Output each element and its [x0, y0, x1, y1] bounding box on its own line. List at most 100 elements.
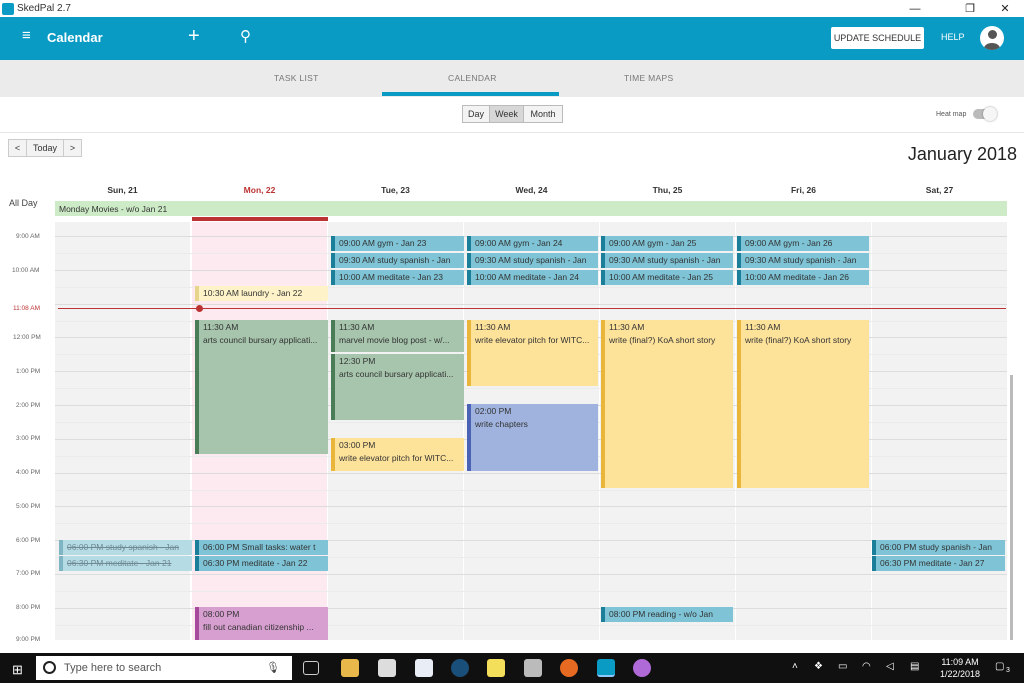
event-mon-arts-council[interactable]: 11:30 AM arts council bursary applicati.… — [195, 320, 328, 454]
notification-count: 3 — [1006, 667, 1010, 674]
event-tue-gym[interactable]: 09:00 AM gym - Jan 23 — [331, 236, 464, 251]
event-thu-short-story[interactable]: 11:30 AM write (final?) KoA short story — [601, 320, 733, 488]
month-title: January 2018 — [907, 144, 1017, 164]
document-icon[interactable] — [415, 659, 433, 677]
next-week-button[interactable]: > — [63, 139, 82, 157]
event-tue-spanish[interactable]: 09:30 AM study spanish - Jan — [331, 253, 464, 268]
allday-event[interactable]: Monday Movies - w/o Jan 21 — [55, 201, 1007, 216]
event-tue-blog-post[interactable]: 11:30 AM marvel movie blog post - w/... — [331, 320, 464, 352]
show-hidden-icons-icon[interactable]: ˄ — [792, 661, 798, 672]
day-column-sun[interactable] — [55, 222, 190, 640]
event-fri-spanish[interactable]: 09:30 AM study spanish - Jan — [737, 253, 869, 268]
day-header-sat: Sat, 27 — [925, 185, 954, 195]
time-label: 2:00 PM — [16, 402, 41, 409]
notifications-icon[interactable]: ▢ — [995, 661, 1004, 672]
search-icon[interactable]: ⚲ — [240, 27, 251, 45]
close-button[interactable]: ✕ — [990, 0, 1020, 17]
event-mon-meditate[interactable]: 06:30 PM meditate - Jan 22 — [195, 556, 328, 571]
today-button[interactable]: Today — [26, 139, 64, 157]
restore-button[interactable]: ❐ — [955, 0, 985, 17]
grid-line — [55, 523, 1007, 525]
day-column-sat[interactable] — [872, 222, 1007, 640]
event-mon-laundry[interactable]: 10:30 AM laundry - Jan 22 — [195, 286, 328, 301]
sticky-notes-icon[interactable] — [487, 659, 505, 677]
heat-map-toggle[interactable] — [973, 107, 997, 121]
event-wed-meditate[interactable]: 10:00 AM meditate - Jan 24 — [467, 270, 598, 285]
event-title: marvel movie blog post - w/... — [339, 335, 450, 345]
grid-line — [55, 489, 1007, 491]
microphone-icon[interactable]: 🎙 — [266, 661, 280, 674]
event-time: 11:30 AM — [339, 322, 375, 332]
time-label: 3:00 PM — [16, 435, 41, 442]
add-icon[interactable]: + — [188, 25, 200, 48]
prev-week-button[interactable]: < — [8, 139, 27, 157]
browser-icon[interactable] — [633, 659, 651, 677]
minimize-button[interactable]: — — [900, 0, 930, 17]
keyboard-icon[interactable]: ▤ — [910, 661, 919, 672]
volume-icon[interactable]: ◁ — [886, 661, 894, 672]
time-label: 5:00 PM — [16, 503, 41, 510]
page-title: Calendar — [47, 30, 103, 45]
event-title: fill out canadian citizenship ... — [203, 622, 314, 632]
event-time: 11:30 AM — [475, 322, 511, 332]
event-fri-gym[interactable]: 09:00 AM gym - Jan 26 — [737, 236, 869, 251]
time-label: 1:00 PM — [16, 368, 41, 375]
event-title: write (final?) KoA short story — [609, 335, 716, 345]
event-sat-spanish[interactable]: 06:00 PM study spanish - Jan — [872, 540, 1005, 555]
calendar-scrollbar[interactable] — [1010, 375, 1013, 640]
event-thu-reading[interactable]: 08:00 PM reading - w/o Jan — [601, 607, 733, 622]
app-header: ≡ Calendar + ⚲ UPDATE SCHEDULE HELP — [0, 17, 1024, 60]
update-schedule-button[interactable]: UPDATE SCHEDULE — [831, 27, 924, 49]
scrivener-icon[interactable] — [378, 659, 396, 677]
event-sat-meditate[interactable]: 06:30 PM meditate - Jan 27 — [872, 556, 1005, 571]
taskbar-clock[interactable]: 11:09 AM 1/22/2018 — [935, 656, 985, 680]
battery-icon[interactable]: ▭ — [838, 661, 847, 672]
view-toolbar: Day Week Month Heat map — [0, 97, 1024, 133]
event-wed-spanish[interactable]: 09:30 AM study spanish - Jan — [467, 253, 598, 268]
event-thu-spanish[interactable]: 09:30 AM study spanish - Jan — [601, 253, 733, 268]
event-tue-meditate[interactable]: 10:00 AM meditate - Jan 23 — [331, 270, 464, 285]
file-explorer-icon[interactable] — [341, 659, 359, 677]
tab-calendar[interactable]: CALENDAR — [448, 73, 497, 83]
event-sun-meditate[interactable]: 06:30 PM meditate - Jan 21 — [59, 556, 192, 571]
task-view-icon[interactable] — [303, 661, 319, 675]
event-wed-gym[interactable]: 09:00 AM gym - Jan 24 — [467, 236, 598, 251]
event-tue-arts-council[interactable]: 12:30 PM arts council bursary applicati.… — [331, 354, 464, 420]
skedpal-taskbar-icon[interactable] — [597, 659, 615, 677]
help-link[interactable]: HELP — [941, 32, 965, 42]
event-title: arts council bursary applicati... — [339, 369, 454, 379]
tab-task-list[interactable]: TASK LIST — [274, 73, 319, 83]
view-day-button[interactable]: Day — [462, 105, 490, 123]
grid-line — [55, 506, 1007, 508]
day-header-fri: Fri, 26 — [790, 185, 817, 195]
user-avatar-icon[interactable] — [980, 26, 1004, 50]
app-globe-icon[interactable] — [451, 659, 469, 677]
event-fri-short-story[interactable]: 11:30 AM write (final?) KoA short story — [737, 320, 869, 488]
day-header-tue: Tue, 23 — [381, 185, 410, 195]
event-wed-elevator-pitch[interactable]: 11:30 AM write elevator pitch for WITC..… — [467, 320, 598, 386]
firefox-icon[interactable] — [560, 659, 578, 677]
dropbox-icon[interactable]: ❖ — [814, 661, 823, 672]
event-mon-citizenship[interactable]: 08:00 PM fill out canadian citizenship .… — [195, 607, 328, 640]
calculator-icon[interactable] — [524, 659, 542, 677]
tab-time-maps[interactable]: TIME MAPS — [624, 73, 673, 83]
event-fri-meditate[interactable]: 10:00 AM meditate - Jan 26 — [737, 270, 869, 285]
event-wed-write-chapters[interactable]: 02:00 PM write chapters — [467, 404, 598, 471]
event-thu-gym[interactable]: 09:00 AM gym - Jan 25 — [601, 236, 733, 251]
wifi-icon[interactable]: ◠ — [862, 661, 871, 672]
event-title: write elevator pitch for WITC... — [475, 335, 590, 345]
today-indicator — [192, 217, 328, 221]
time-label: 9:00 PM — [16, 636, 41, 643]
view-week-button[interactable]: Week — [489, 105, 524, 123]
time-label: 4:00 PM — [16, 469, 41, 476]
event-time: 11:30 AM — [745, 322, 781, 332]
event-sun-spanish[interactable]: 06:00 PM study spanish - Jan — [59, 540, 192, 555]
window-title: SkedPal 2.7 — [17, 3, 71, 14]
taskbar-search-input[interactable]: Type here to search 🎙 — [36, 656, 292, 680]
hamburger-menu-icon[interactable]: ≡ — [22, 28, 36, 43]
view-month-button[interactable]: Month — [523, 105, 563, 123]
windows-start-icon[interactable]: ⊞ — [12, 662, 23, 678]
event-mon-small-tasks[interactable]: 06:00 PM Small tasks: water t — [195, 540, 328, 555]
event-tue-elevator-pitch[interactable]: 03:00 PM write elevator pitch for WITC..… — [331, 438, 464, 471]
event-thu-meditate[interactable]: 10:00 AM meditate - Jan 25 — [601, 270, 733, 285]
